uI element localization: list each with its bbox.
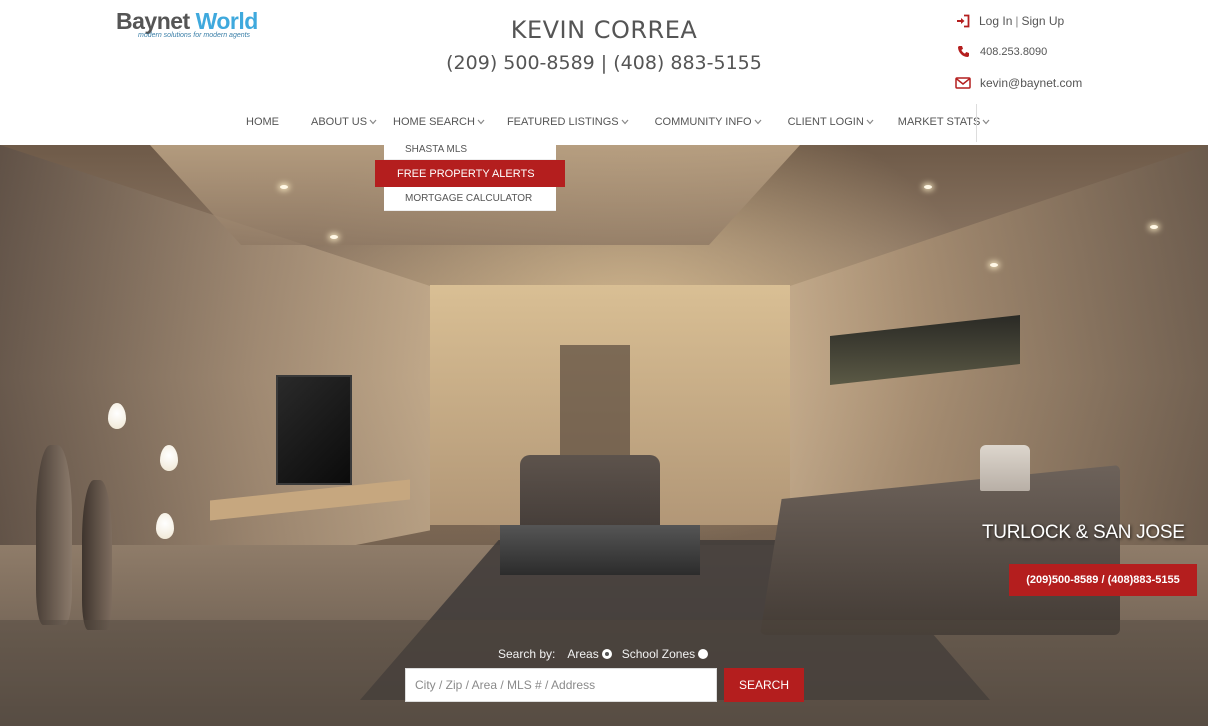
chevron-down-icon xyxy=(866,119,874,125)
hero-location: TURLOCK & SAN JOSE xyxy=(982,522,1185,543)
hero-ceiling-spot xyxy=(330,235,338,239)
nav-market-stats[interactable]: MARKET STATS xyxy=(890,104,999,140)
nav-client-login[interactable]: CLIENT LOGIN xyxy=(780,104,882,140)
hero-pendant-light xyxy=(108,403,126,429)
dropdown-item-free-property-alerts[interactable]: FREE PROPERTY ALERTS xyxy=(375,160,565,187)
hero-vase xyxy=(82,480,112,630)
login-row: Log In | Sign Up xyxy=(954,5,1154,36)
chevron-down-icon xyxy=(369,119,377,125)
hero-ceiling-spot xyxy=(924,185,932,189)
phone-link[interactable]: 408.253.8090 xyxy=(980,46,1047,58)
signup-link[interactable]: Sign Up xyxy=(1022,14,1065,28)
hero-vase xyxy=(36,445,72,625)
hero-table-lamp xyxy=(980,445,1030,491)
hero-ceiling-spot xyxy=(280,185,288,189)
hero-ceiling-spot xyxy=(990,263,998,267)
chevron-down-icon xyxy=(754,119,762,125)
hero-phone-button[interactable]: (209)500-8589 / (408)883-5155 xyxy=(1009,564,1197,596)
radio-areas-circle[interactable] xyxy=(601,649,612,659)
site-header: Baynet World modern solutions for modern… xyxy=(0,0,1208,145)
nav-featured-listings[interactable]: FEATURED LISTINGS xyxy=(499,104,637,140)
email-link[interactable]: kevin@baynet.com xyxy=(980,76,1082,90)
chevron-down-icon xyxy=(621,119,629,125)
radio-school-zones[interactable]: School Zones xyxy=(621,647,709,661)
nav-about-us[interactable]: ABOUT US xyxy=(303,104,385,140)
login-separator: | xyxy=(1015,13,1019,28)
search-input[interactable] xyxy=(405,668,717,702)
radio-school-zones-label: School Zones xyxy=(621,647,696,661)
login-link[interactable]: Log In xyxy=(979,14,1012,28)
radio-school-zones-circle[interactable] xyxy=(698,649,709,659)
sign-in-icon xyxy=(954,13,972,29)
chevron-down-icon xyxy=(982,119,990,125)
nav-home-search[interactable]: HOME SEARCH xyxy=(385,104,493,140)
email-row: kevin@baynet.com xyxy=(954,67,1154,98)
contact-block: Log In | Sign Up 408.253.8090 kevin@bayn… xyxy=(954,5,1154,98)
nav-community-info[interactable]: COMMUNITY INFO xyxy=(647,104,770,140)
search-by-label: Search by: xyxy=(498,647,556,661)
hero-ceiling-spot xyxy=(1150,225,1158,229)
phone-icon xyxy=(954,44,972,60)
radio-areas-label: Areas xyxy=(567,647,599,661)
dropdown-item-mortgage-calculator[interactable]: MORTGAGE CALCULATOR xyxy=(384,187,556,211)
agent-phones: (209) 500-8589 | (408) 883-5155 xyxy=(446,52,762,74)
logo[interactable]: Baynet World modern solutions for modern… xyxy=(116,8,276,44)
agent-info: KEVIN CORREA (209) 500-8589 | (408) 883-… xyxy=(400,14,808,79)
nav-home[interactable]: HOME xyxy=(238,104,287,140)
dropdown-item-shasta-mls[interactable]: SHASTA MLS xyxy=(384,137,556,160)
hero-tv xyxy=(276,375,352,485)
hero-pendant-light xyxy=(156,513,174,539)
search-button[interactable]: SEARCH xyxy=(724,668,804,702)
envelope-icon xyxy=(954,75,972,91)
nav-divider xyxy=(976,104,977,142)
home-search-dropdown: SHASTA MLS FREE PROPERTY ALERTS MORTGAGE… xyxy=(375,137,565,211)
main-nav: HOME ABOUT US HOME SEARCH FEATURED LISTI… xyxy=(238,104,998,140)
hero-coffee-table xyxy=(500,525,700,575)
logo-text: Baynet World xyxy=(116,8,258,34)
chevron-down-icon xyxy=(477,119,485,125)
hero-pendant-light xyxy=(160,445,178,471)
radio-selected-dot xyxy=(604,652,609,656)
search-by-group: Search by: Areas School Zones xyxy=(498,647,718,661)
agent-name: KEVIN CORREA xyxy=(510,16,698,44)
phone-row: 408.253.8090 xyxy=(954,36,1154,67)
radio-areas[interactable]: Areas xyxy=(567,647,612,661)
